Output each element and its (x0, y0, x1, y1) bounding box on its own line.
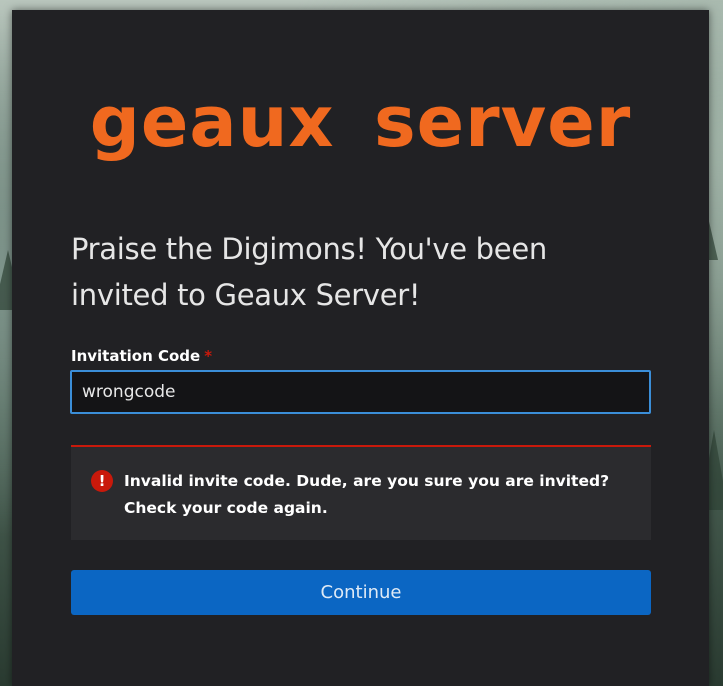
error-alert: ! Invalid invite code. Dude, are you sur… (71, 445, 651, 540)
login-card: geaux server Praise the Digimons! You've… (12, 10, 709, 686)
error-alert-message: Invalid invite code. Dude, are you sure … (124, 472, 610, 517)
page-title: Praise the Digimons! You've been invited… (71, 232, 547, 312)
exclamation-circle-icon: ! (91, 470, 113, 492)
invitation-code-label: Invitation Code * (71, 347, 212, 365)
brand-logo: geaux server (89, 81, 632, 163)
continue-button[interactable]: Continue (71, 570, 651, 615)
invitation-code-input[interactable] (70, 370, 651, 414)
required-marker: * (204, 347, 213, 365)
invitation-code-label-text: Invitation Code (71, 347, 201, 365)
